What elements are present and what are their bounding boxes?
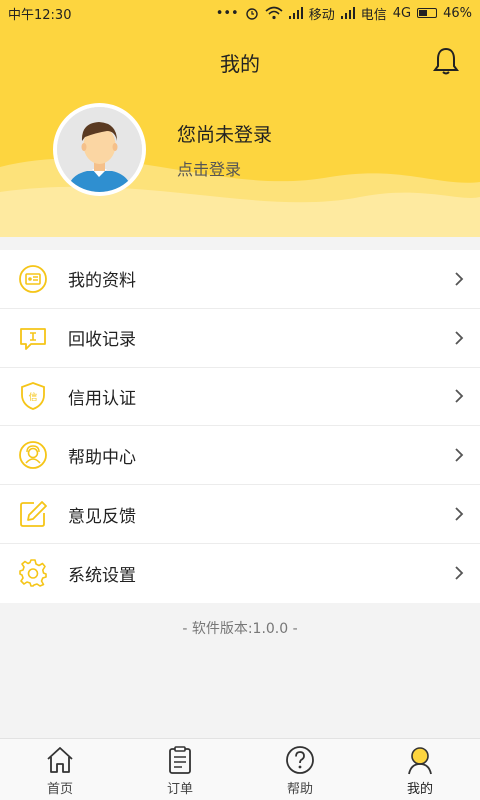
- avatar[interactable]: [53, 103, 146, 196]
- user-name: 您尚未登录: [177, 124, 273, 146]
- menu-item-settings[interactable]: 系统设置: [0, 544, 480, 603]
- menu-item-help-center[interactable]: 帮助中心: [0, 426, 480, 486]
- signal-icon: [288, 7, 303, 19]
- menu-item-label: 意见反馈: [68, 506, 136, 527]
- menu-item-credit[interactable]: 信 信用认证: [0, 368, 480, 427]
- credit-shield-icon: 信: [21, 382, 45, 411]
- chevron-right-icon: [455, 331, 464, 345]
- status-time: 中午12:30: [8, 7, 72, 23]
- chevron-right-icon: [455, 507, 464, 521]
- tab-label: 我的: [406, 782, 433, 797]
- menu-item-label: 回收记录: [68, 330, 136, 351]
- help-center-icon: [19, 441, 47, 470]
- battery-percent: 46%: [443, 5, 472, 21]
- menu-item-profile[interactable]: 我的资料: [0, 250, 480, 309]
- bell-icon[interactable]: [432, 46, 460, 76]
- tab-home[interactable]: 首页: [0, 739, 120, 800]
- chevron-right-icon: [455, 566, 464, 581]
- menu-item-label: 我的资料: [68, 271, 136, 292]
- tab-me[interactable]: 我的: [360, 739, 480, 800]
- chevron-right-icon: [455, 389, 464, 404]
- carrier-1: 移动: [308, 7, 335, 23]
- menu-item-label: 帮助中心: [68, 447, 136, 468]
- login-link[interactable]: 点击登录: [177, 156, 241, 180]
- menu-item-label: 信用认证: [68, 388, 136, 409]
- signal-icon-2: [340, 7, 355, 19]
- bottom-tab-bar: 首页 订单 帮助 我的: [0, 738, 480, 800]
- order-icon: [169, 746, 191, 774]
- network-type: 4G: [392, 5, 412, 21]
- version-text: - 软件版本:1.0.0 -: [182, 621, 298, 637]
- chevron-right-icon: [455, 448, 464, 462]
- chevron-right-icon: [455, 272, 464, 286]
- help-icon: [286, 746, 314, 774]
- svg-text:信: 信: [28, 391, 37, 403]
- wifi-icon: [265, 6, 283, 20]
- page-title: 我的: [220, 52, 260, 76]
- me-icon: [408, 747, 432, 775]
- feedback-edit-icon: [20, 501, 47, 527]
- menu-item-label: 系统设置: [68, 565, 136, 586]
- tab-orders[interactable]: 订单: [120, 739, 240, 800]
- default-avatar-icon: [57, 107, 142, 192]
- battery-icon: [417, 8, 438, 18]
- menu-item-recycle-record[interactable]: 回收记录: [0, 309, 480, 368]
- menu-list: 我的资料 回收记录 信 信用认证 帮助中心 意见反馈 系统设置: [0, 250, 480, 603]
- home-icon: [47, 747, 73, 773]
- tab-label: 首页: [46, 782, 73, 797]
- menu-item-feedback[interactable]: 意见反馈: [0, 485, 480, 544]
- tab-label: 订单: [166, 782, 193, 797]
- settings-gear-icon: [19, 559, 47, 588]
- status-bar: 中午12:30 ••• 移动 电信 4G 46%: [0, 0, 480, 26]
- profile-card-icon: [19, 264, 47, 293]
- recycle-record-icon: [20, 327, 46, 350]
- tab-help[interactable]: 帮助: [240, 739, 360, 800]
- notification-dots: •••: [215, 5, 239, 21]
- tab-label: 帮助: [286, 782, 313, 797]
- alarm-icon: [246, 8, 258, 20]
- carrier-2: 电信: [360, 7, 387, 23]
